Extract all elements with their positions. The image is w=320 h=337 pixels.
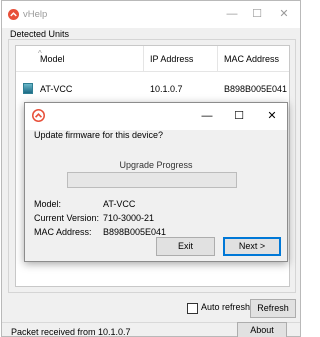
auto-refresh-checkbox[interactable] xyxy=(187,303,198,314)
table-row[interactable]: AT-VCC 10.1.0.7 B898B005E041 xyxy=(16,78,289,100)
about-button[interactable]: About xyxy=(237,322,287,337)
upgrade-progress-bar xyxy=(67,172,237,188)
dialog-maximize-button[interactable]: ☐ xyxy=(228,107,250,125)
dialog-minimize-button[interactable]: — xyxy=(196,107,218,125)
cell-model: AT-VCC xyxy=(40,84,73,94)
progress-label: Upgrade Progress xyxy=(119,160,193,170)
auto-refresh-label[interactable]: Auto refresh xyxy=(201,302,250,312)
cell-mac: B898B005E041 xyxy=(224,84,288,94)
dialog-prompt: Update firmware for this device? xyxy=(34,130,164,140)
window-title: vHelp xyxy=(23,9,48,20)
version-value: 710-3000-21 xyxy=(103,213,155,223)
title-bar: vHelp — ☐ ✕ xyxy=(2,1,300,28)
next-button[interactable]: Next > xyxy=(223,237,281,256)
avocent-logo-icon xyxy=(32,109,45,122)
model-value: AT-VCC xyxy=(103,199,136,209)
mac-value: B898B005E041 xyxy=(103,227,167,237)
column-header-mac[interactable]: MAC Address xyxy=(218,46,289,72)
maximize-button[interactable]: ☐ xyxy=(247,6,267,22)
list-header: ^ Model IP Address MAC Address xyxy=(16,46,289,72)
minimize-button[interactable]: — xyxy=(222,6,242,22)
exit-button[interactable]: Exit xyxy=(156,237,215,256)
firmware-dialog: — ☐ ✕ Update firmware for this device? U… xyxy=(24,102,288,262)
column-header-model[interactable]: Model xyxy=(16,46,144,72)
mac-label: MAC Address: xyxy=(34,227,92,237)
refresh-button[interactable]: Refresh xyxy=(250,299,296,318)
detected-units-label: Detected Units xyxy=(8,29,72,39)
close-button[interactable]: ✕ xyxy=(274,6,294,22)
version-label: Current Version: xyxy=(34,213,100,223)
status-text: Packet received from 10.1.0.7 xyxy=(11,327,131,337)
model-label: Model: xyxy=(34,199,62,209)
avocent-logo-icon xyxy=(8,9,19,20)
cell-ip: 10.1.0.7 xyxy=(150,84,183,94)
dialog-close-button[interactable]: ✕ xyxy=(261,107,283,125)
main-window: vHelp — ☐ ✕ Detected Units ^ Model IP Ad… xyxy=(1,0,301,337)
column-header-ip[interactable]: IP Address xyxy=(144,46,218,72)
dialog-title-bar: — ☐ ✕ xyxy=(25,103,287,130)
device-icon xyxy=(23,83,33,94)
